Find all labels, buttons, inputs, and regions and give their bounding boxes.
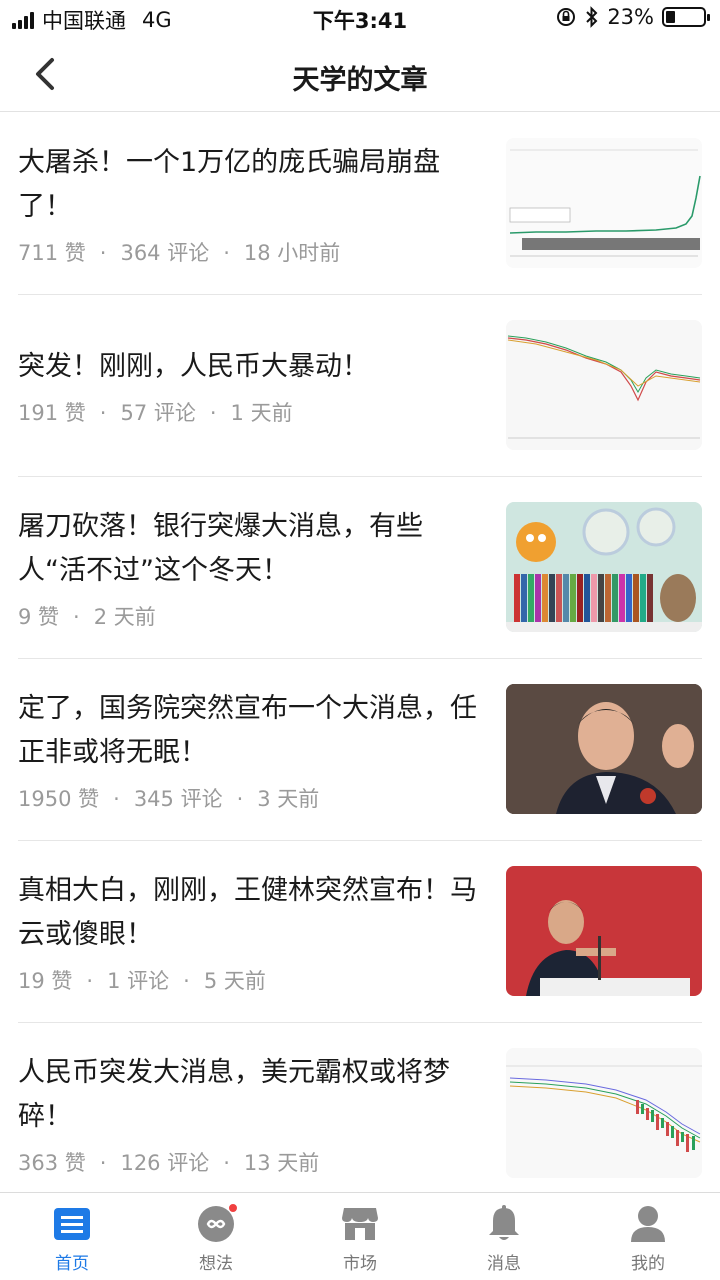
article-thumbnail — [506, 320, 702, 450]
bluetooth-icon — [586, 6, 598, 28]
article-title: 突发！刚刚，人民币大暴动！ — [18, 351, 369, 382]
comment-count: 364 评论 — [120, 241, 210, 265]
article-item[interactable]: 大屠杀！一个1万亿的庞氏骗局崩盘了！ 711 赞 · 364 评论 · 18 小时前 — [18, 113, 702, 295]
comment-count: 57 评论 — [120, 401, 196, 425]
like-count: 363 赞 — [18, 1151, 86, 1175]
article-item[interactable]: 真相大白，刚刚，王健林突然宣布！马云或傻眼！ 19 赞 · 1 评论 · 5 天前 — [18, 841, 702, 1023]
notification-badge — [228, 1203, 238, 1213]
article-item[interactable]: 人民币突发大消息，美元霸权或将梦碎！ 363 赞 · 126 评论 · 13 天前 — [18, 1023, 702, 1205]
article-item[interactable]: 屠刀砍落！银行突爆大消息，有些人“活不过”这个冬天！ 9 赞 · 2 天前 — [18, 477, 702, 659]
bottom-tab-bar: 首页 想法 市场 消息 我的 — [0, 1192, 720, 1280]
article-meta: 1950 赞 · 345 评论 · 3 天前 — [18, 787, 320, 811]
article-title: 大屠杀！一个1万亿的庞氏骗局崩盘了！ — [18, 147, 441, 222]
like-count: 711 赞 — [18, 241, 86, 265]
article-thumbnail — [506, 866, 702, 996]
page-title: 天学的文章 — [292, 65, 428, 96]
tab-messages[interactable]: 消息 — [432, 1193, 576, 1280]
battery-icon — [662, 7, 710, 27]
like-count: 9 赞 — [18, 605, 60, 629]
tab-label: 想法 — [199, 1254, 233, 1274]
article-item[interactable]: 定了，国务院突然宣布一个大消息，任正非或将无眠！ 1950 赞 · 345 评论 · 3… — [18, 659, 702, 841]
article-thumbnail — [506, 502, 702, 632]
store-icon — [341, 1205, 379, 1243]
article-title: 真相大白，刚刚，王健林突然宣布！马云或傻眼！ — [18, 875, 477, 950]
like-count: 1950 赞 — [18, 787, 100, 811]
tab-label: 我的 — [631, 1254, 665, 1274]
navigation-bar: 天学的文章 — [0, 36, 720, 112]
like-count: 191 赞 — [18, 401, 86, 425]
tab-ideas[interactable]: 想法 — [144, 1193, 288, 1280]
like-count: 19 赞 — [18, 969, 73, 993]
post-time: 18 小时前 — [243, 241, 341, 265]
article-thumbnail — [506, 138, 702, 268]
tab-label: 首页 — [55, 1254, 89, 1274]
bell-icon — [485, 1205, 523, 1243]
comment-count: 345 评论 — [133, 787, 223, 811]
comment-count: 1 评论 — [107, 969, 170, 993]
status-bar: 中国联通 4G 下午3:41 23% — [0, 0, 720, 36]
home-doc-icon — [53, 1205, 91, 1243]
article-thumbnail — [506, 684, 702, 814]
person-icon — [629, 1205, 667, 1243]
rotation-lock-icon — [557, 8, 576, 26]
tab-market[interactable]: 市场 — [288, 1193, 432, 1280]
comment-count: 126 评论 — [120, 1151, 210, 1175]
tab-label: 市场 — [343, 1254, 377, 1274]
post-time: 5 天前 — [203, 969, 266, 993]
article-meta: 363 赞 · 126 评论 · 13 天前 — [18, 1151, 320, 1175]
tab-profile[interactable]: 我的 — [576, 1193, 720, 1280]
article-list: 大屠杀！一个1万亿的庞氏骗局崩盘了！ 711 赞 · 364 评论 · 18 小时前 突… — [0, 113, 720, 1205]
tab-label: 消息 — [487, 1254, 521, 1274]
post-time: 3 天前 — [257, 787, 320, 811]
article-title: 屠刀砍落！银行突爆大消息，有些人“活不过”这个冬天！ — [18, 511, 423, 586]
post-time: 1 天前 — [230, 401, 293, 425]
article-meta: 19 赞 · 1 评论 · 5 天前 — [18, 969, 266, 993]
article-meta: 711 赞 · 364 评论 · 18 小时前 — [18, 241, 341, 265]
post-time: 2 天前 — [93, 605, 156, 629]
article-item[interactable]: 突发！刚刚，人民币大暴动！ 191 赞 · 57 评论 · 1 天前 — [18, 295, 702, 477]
article-title: 人民币突发大消息，美元霸权或将梦碎！ — [18, 1057, 450, 1132]
battery-percent: 23% — [607, 5, 654, 29]
post-time: 13 天前 — [243, 1151, 320, 1175]
article-thumbnail — [506, 1048, 702, 1178]
tab-home[interactable]: 首页 — [0, 1193, 144, 1280]
article-meta: 9 赞 · 2 天前 — [18, 605, 156, 629]
article-meta: 191 赞 · 57 评论 · 1 天前 — [18, 401, 293, 425]
article-title: 定了，国务院突然宣布一个大消息，任正非或将无眠！ — [18, 693, 477, 768]
